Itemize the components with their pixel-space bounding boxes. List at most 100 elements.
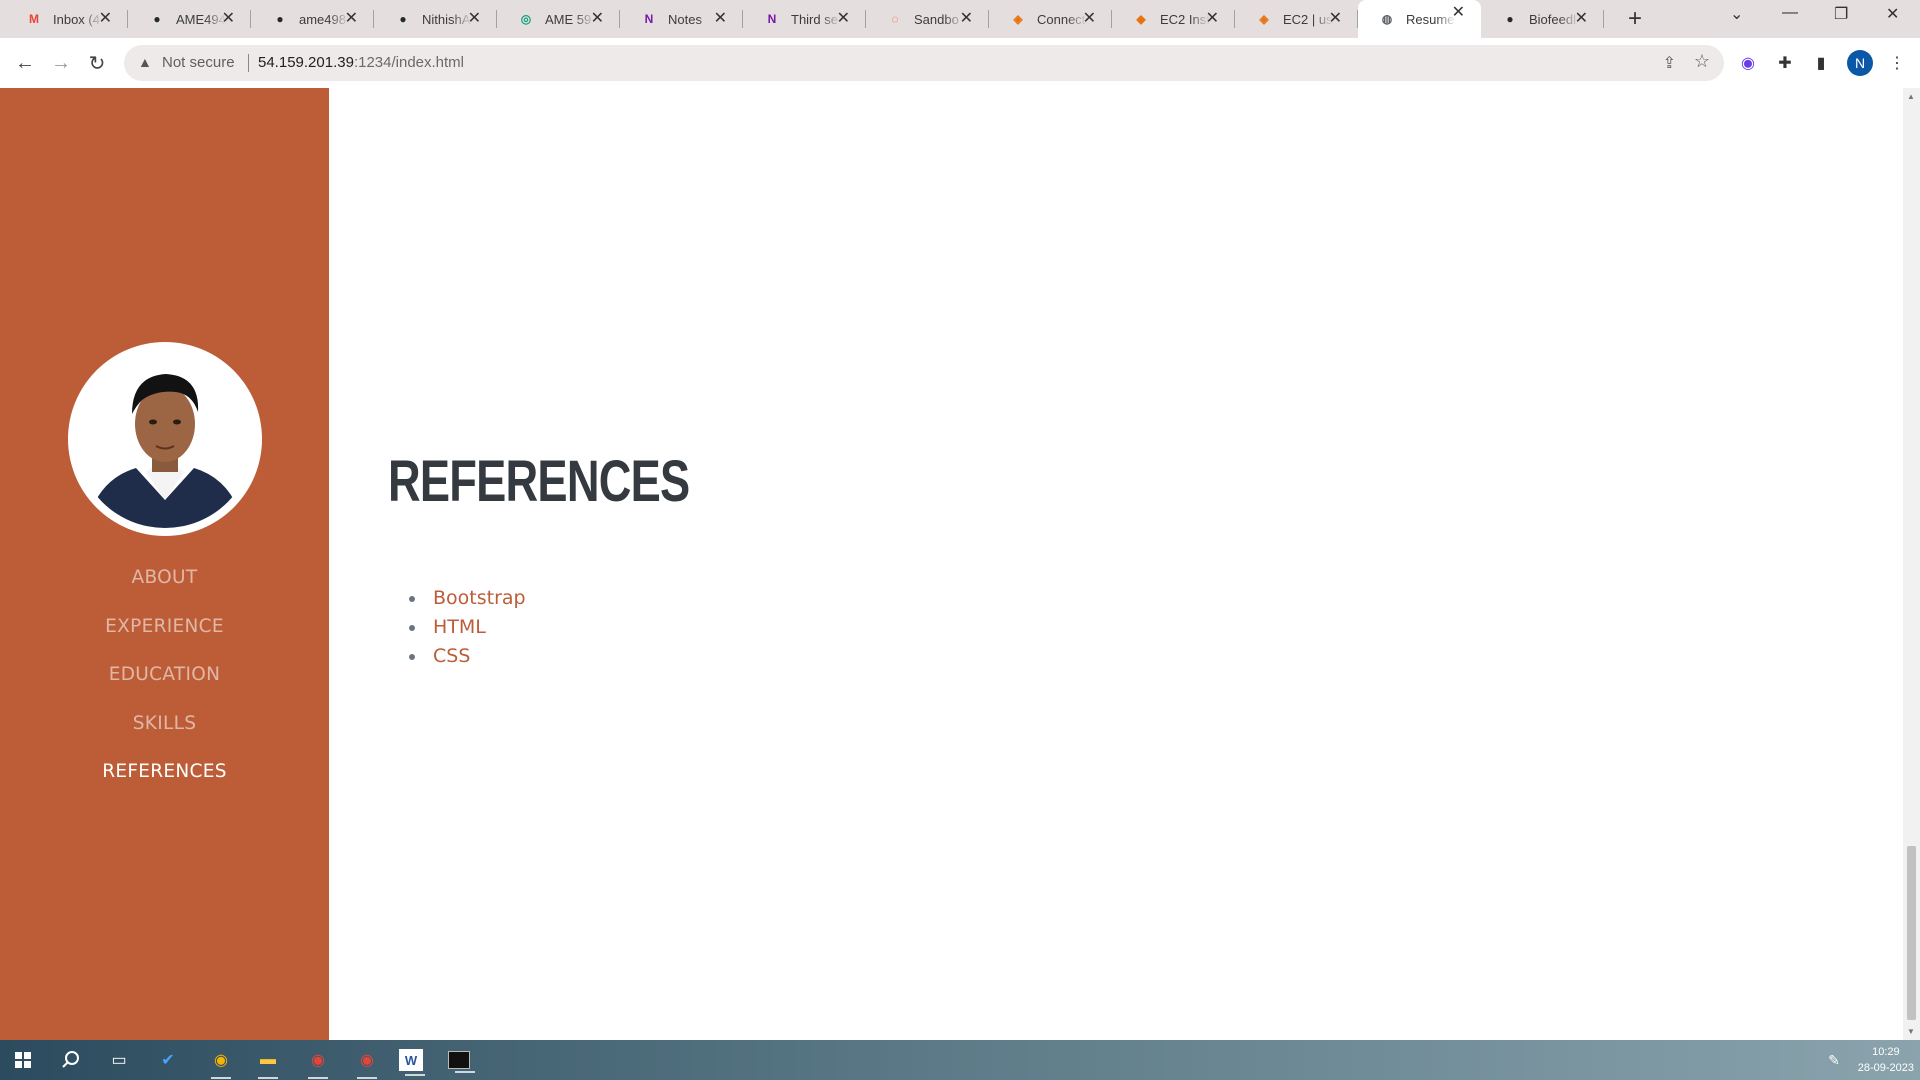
portrait-illustration <box>76 350 254 528</box>
reference-link[interactable]: CSS <box>409 642 526 671</box>
gmail-icon: M <box>29 12 39 26</box>
tab-close-icon[interactable]: ✕ <box>1206 9 1219 29</box>
main-content: REFERENCES Bootstrap HTML CSS <box>388 88 1888 1040</box>
nav-item-skills[interactable]: SKILLS <box>0 700 329 749</box>
warning-triangle-icon[interactable]: ▲ <box>138 54 152 70</box>
browser-toolbar: ← → ↻ ▲ Not secure 54.159.201.39:1234/in… <box>0 38 1920 88</box>
scrollbar-thumb[interactable] <box>1907 846 1916 1020</box>
tab-title: Third se <box>791 11 838 27</box>
browser-tab[interactable]: ◈ Connect ✕ <box>989 6 1112 32</box>
kebab-menu-icon[interactable]: ⋮ <box>1884 50 1910 76</box>
tab-close-icon[interactable]: ✕ <box>1452 3 1465 23</box>
clock-date: 28-09-2023 <box>1857 1062 1914 1074</box>
tab-close-icon[interactable]: ✕ <box>591 9 604 29</box>
terminal-taskbar-icon[interactable] <box>448 1051 475 1073</box>
tab-close-icon[interactable]: ✕ <box>1083 9 1096 29</box>
tab-close-icon[interactable]: ✕ <box>222 9 235 29</box>
browser-tab[interactable]: ● NithishA ✕ <box>374 6 497 32</box>
tab-separator <box>1603 10 1604 28</box>
pen-ink-icon[interactable]: ✎ <box>1818 1046 1850 1074</box>
browser-tab[interactable]: ◍ Resume ✕ <box>1358 0 1481 38</box>
tab-title: Notes <box>668 11 702 27</box>
nav-item-references[interactable]: REFERENCES <box>0 748 329 797</box>
reference-link[interactable]: HTML <box>409 613 526 642</box>
browser-tab[interactable]: N Notes ✕ <box>620 6 743 32</box>
onenote-icon: N <box>644 12 654 26</box>
nav-item-experience[interactable]: EXPERIENCE <box>0 603 329 652</box>
nav-item-education[interactable]: EDUCATION <box>0 651 329 700</box>
tab-close-icon[interactable]: ✕ <box>99 9 112 29</box>
tab-close-icon[interactable]: ✕ <box>468 9 481 29</box>
chrome-profile-taskbar-icon[interactable]: ◉ <box>302 1046 334 1079</box>
tab-title: Inbox (4 <box>53 11 100 27</box>
tab-title: EC2 Inst <box>1160 11 1210 27</box>
onenote-icon: N <box>767 12 777 26</box>
tab-title: AME494 <box>176 11 226 27</box>
github-icon: ● <box>276 12 284 26</box>
url-path: :1234/index.html <box>353 54 465 71</box>
search-icon[interactable] <box>55 1046 87 1074</box>
windows-start-icon[interactable] <box>7 1046 39 1074</box>
profile-photo <box>68 342 262 536</box>
tab-close-icon[interactable]: ✕ <box>345 9 358 29</box>
extension-icon[interactable]: ◉ <box>1735 50 1761 76</box>
browser-tab[interactable]: ◈ EC2 | us ✕ <box>1235 6 1358 32</box>
ubuntu-icon: ◌ <box>891 12 899 26</box>
tab-close-icon[interactable]: ✕ <box>714 9 727 29</box>
extensions-puzzle-icon[interactable]: ✚ <box>1772 50 1798 76</box>
file-explorer-icon[interactable]: ▬ <box>252 1046 284 1079</box>
tab-title: Resume <box>1406 11 1455 27</box>
tab-title: EC2 | us <box>1283 11 1333 27</box>
url-text[interactable]: 54.159.201.39:1234/index.html <box>258 54 464 71</box>
profile-avatar[interactable]: N <box>1847 50 1873 76</box>
bookmark-star-icon[interactable]: ☆ <box>1694 51 1710 72</box>
reload-button[interactable]: ↻ <box>84 50 110 76</box>
reference-link[interactable]: Bootstrap <box>409 584 526 613</box>
scroll-up-arrow-icon[interactable]: ▲ <box>1907 92 1915 101</box>
browser-tab[interactable]: N Third se ✕ <box>743 6 866 32</box>
tab-strip: M Inbox (4 ✕ ● AME494 ✕ ● ame498 ✕ ● NithishA ✕ ◎ AME… <box>0 0 1920 38</box>
tab-search-chevron-icon[interactable]: ⌄ <box>1730 4 1743 24</box>
security-label[interactable]: Not secure <box>162 54 235 71</box>
address-bar[interactable]: ▲ Not secure 54.159.201.39:1234/index.ht… <box>124 45 1724 81</box>
browser-tab[interactable]: ◎ AME 59 ✕ <box>497 6 620 32</box>
browser-tab[interactable]: ◌ Sandbo ✕ <box>866 6 989 32</box>
browser-tab[interactable]: ● AME494 ✕ <box>128 6 251 32</box>
references-list: Bootstrap HTML CSS <box>409 584 526 671</box>
browser-tab[interactable]: M Inbox (4 ✕ <box>5 6 128 32</box>
back-button[interactable]: ← <box>12 50 38 76</box>
tab-close-icon[interactable]: ✕ <box>837 9 850 29</box>
chrome-taskbar-icon[interactable]: ◉ <box>205 1046 237 1079</box>
web-page: ABOUT EXPERIENCE EDUCATION SKILLS REFERENCES… <box>0 88 1920 1040</box>
new-tab-button[interactable]: + <box>1628 6 1642 32</box>
restore-button[interactable]: ❐ <box>1834 4 1848 24</box>
system-clock[interactable]: 10:29 28-09-2023 <box>1858 1044 1914 1076</box>
github-icon: ● <box>153 12 161 26</box>
tab-close-icon[interactable]: ✕ <box>1575 9 1588 29</box>
browser-tab[interactable]: ● ame498 ✕ <box>251 6 374 32</box>
word-taskbar-icon[interactable]: W <box>399 1049 425 1076</box>
tab-title: ame498 <box>299 11 346 27</box>
share-icon[interactable]: ⇪ <box>1663 53 1676 73</box>
url-host: 54.159.201.39 <box>258 54 354 71</box>
nav-item-about[interactable]: ABOUT <box>0 554 329 603</box>
aws-icon: ◈ <box>1259 12 1269 26</box>
tab-close-icon[interactable]: ✕ <box>1329 9 1342 29</box>
github-icon: ● <box>1506 12 1514 26</box>
minimize-button[interactable]: — <box>1782 4 1798 22</box>
vscode-taskbar-icon[interactable]: ✔ <box>152 1046 184 1074</box>
scroll-down-arrow-icon[interactable]: ▼ <box>1907 1027 1915 1036</box>
aws-ec2-icon: ◆ <box>1136 12 1146 26</box>
browser-tab[interactable]: ● Biofeedl ✕ <box>1481 6 1604 32</box>
side-panel-icon[interactable]: ▮ <box>1808 50 1834 76</box>
browser-tab[interactable]: ◆ EC2 Inst ✕ <box>1112 6 1235 32</box>
tab-title: Sandbo <box>914 11 959 27</box>
tab-close-icon[interactable]: ✕ <box>960 9 973 29</box>
close-window-button[interactable]: ✕ <box>1886 4 1899 24</box>
clock-time: 10:29 <box>1872 1046 1900 1058</box>
page-scrollbar[interactable]: ▲ ▼ <box>1903 88 1920 1040</box>
task-view-icon[interactable]: ▭ <box>103 1046 135 1074</box>
chrome-profile2-taskbar-icon[interactable]: ◉ <box>351 1046 383 1079</box>
forward-button[interactable]: → <box>48 50 74 76</box>
omnibox-divider <box>248 54 249 72</box>
